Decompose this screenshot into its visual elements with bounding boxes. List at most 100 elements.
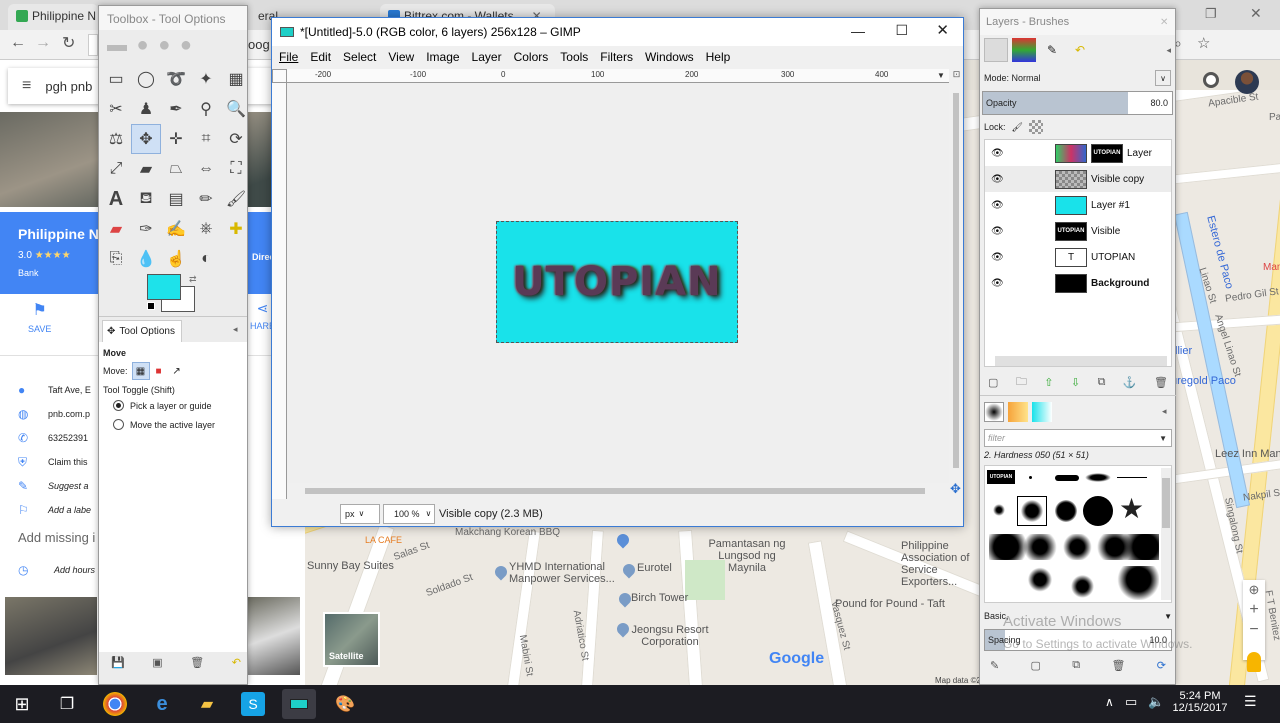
move-selection-icon[interactable]: ■ <box>150 362 168 380</box>
file-explorer-icon[interactable]: ▰ <box>195 692 219 716</box>
menu-icon[interactable]: ≡ <box>22 77 31 95</box>
new-brush-icon[interactable]: ▢ <box>1031 659 1041 672</box>
close-icon[interactable]: ✕ <box>936 21 949 39</box>
list-item[interactable]: ⛨ Claim this <box>18 450 91 474</box>
tab-undo[interactable]: ↶ <box>1068 38 1092 62</box>
layer-row[interactable]: 👁 UTOPIAN Layer <box>985 140 1171 166</box>
list-item[interactable]: ✎ Suggest a <box>18 474 91 498</box>
edge-taskbar-icon[interactable]: e <box>150 692 174 716</box>
tab-brushes[interactable] <box>984 402 1004 422</box>
skype-taskbar-icon[interactable]: S <box>241 692 265 716</box>
vertical-ruler[interactable] <box>272 83 287 499</box>
paths-tool[interactable]: ✒ <box>161 94 191 124</box>
close-icon[interactable]: ✕ <box>1160 17 1168 28</box>
task-view-icon[interactable]: ❐ <box>55 692 79 716</box>
dodge-burn-tool[interactable]: ◐ <box>191 244 221 274</box>
tab-tool-options[interactable]: ✥ Tool Options <box>102 320 182 342</box>
horizontal-scrollbar[interactable] <box>287 483 949 499</box>
menu-view[interactable]: View <box>388 50 414 64</box>
radio-pick-layer[interactable]: Pick a layer or guide <box>99 398 247 413</box>
radio-move-active-layer[interactable]: Move the active layer <box>99 413 247 436</box>
filter-input[interactable]: filter ▼ <box>984 429 1172 447</box>
tab-layers[interactable] <box>984 38 1008 62</box>
brush-row[interactable] <box>989 566 1159 600</box>
heal-tool[interactable]: ✚ <box>221 214 251 244</box>
brush-row[interactable] <box>989 534 1159 560</box>
free-select-tool[interactable]: ➰ <box>161 64 191 94</box>
eraser-tool[interactable]: ▰ <box>101 214 131 244</box>
quick-mask-corner[interactable] <box>272 69 287 83</box>
menu-windows[interactable]: Windows <box>645 50 694 64</box>
blend-tool[interactable]: ▤ <box>161 184 191 214</box>
perspective-clone-tool[interactable]: ⎘ <box>101 244 131 274</box>
tab-patterns[interactable] <box>1008 402 1028 422</box>
notifications-icon[interactable]: ☰ <box>1244 693 1257 710</box>
chrome-taskbar-icon[interactable] <box>103 692 127 716</box>
bucket-fill-tool[interactable]: ⛾ <box>131 184 161 214</box>
menu-file[interactable]: File <box>279 50 298 64</box>
restore-icon[interactable]: ❐ <box>1205 6 1217 22</box>
horizontal-ruler[interactable]: -200 -100 0 100 200 300 400 ▼ <box>287 69 949 83</box>
mode-select[interactable]: Mode: Normal ∨ <box>984 69 1171 87</box>
layer-row[interactable]: 👁 Background <box>985 270 1171 296</box>
smudge-tool[interactable]: ☝ <box>161 244 191 274</box>
menu-help[interactable]: Help <box>706 50 731 64</box>
color-picker-tool[interactable]: ⚲ <box>191 94 221 124</box>
list-item[interactable]: ◍ pnb.com.p <box>18 402 91 426</box>
eye-icon[interactable]: 👁 <box>991 200 1011 211</box>
perspective-tool[interactable]: ⏢ <box>161 154 191 184</box>
list-item[interactable]: ● Taft Ave, E <box>18 378 91 402</box>
foreground-color-swatch[interactable] <box>147 274 181 300</box>
add-missing-link[interactable]: Add missing i <box>18 530 95 545</box>
zoom-in-button[interactable]: ⊕ <box>1243 580 1265 600</box>
pencil-tool[interactable]: ✏ <box>191 184 221 214</box>
shear-tool[interactable]: ▰ <box>131 154 161 184</box>
new-group-icon[interactable]: 🗀 <box>1016 373 1027 392</box>
ellipse-select-tool[interactable]: ◯ <box>131 64 161 94</box>
star-icon[interactable]: ☆ <box>1197 34 1210 52</box>
reload-icon[interactable]: ↻ <box>62 33 75 53</box>
brush-item[interactable]: UTOPIAN <box>987 470 1015 484</box>
airbrush-tool[interactable]: ✑ <box>131 214 161 244</box>
delete-brush-icon[interactable]: 🗑 <box>1111 659 1125 672</box>
brush-item-selected[interactable] <box>1017 496 1047 526</box>
delete-options-icon[interactable]: 🗑 <box>190 656 204 669</box>
layers-scrollbar[interactable] <box>995 356 1167 366</box>
layer-row[interactable]: 👁 T UTOPIAN <box>985 244 1171 270</box>
zoom-select[interactable]: 100 % ∨ <box>383 503 435 524</box>
tab-paths[interactable]: ✎ <box>1040 38 1064 62</box>
eye-icon[interactable]: 👁 <box>991 148 1011 159</box>
clock[interactable]: 5:24 PM 12/15/2017 <box>1168 690 1232 714</box>
save-button[interactable]: ⚑ SAVE <box>28 300 51 334</box>
tab-menu-icon[interactable]: ◂ <box>1162 406 1167 417</box>
eye-icon[interactable]: 👁 <box>991 174 1011 185</box>
alpha-lock-icon[interactable] <box>1028 120 1043 134</box>
brush-item[interactable] <box>1083 496 1113 526</box>
canvas-viewport[interactable]: UTOPIAN <box>287 83 949 499</box>
edit-brush-icon[interactable]: ✎ <box>990 659 999 672</box>
back-icon[interactable]: ← <box>10 34 26 52</box>
measure-tool[interactable]: ⚖ <box>101 124 131 154</box>
brush-item[interactable] <box>1029 476 1032 479</box>
address-bar[interactable] <box>88 34 98 56</box>
layer-row[interactable]: 👁 UTOPIAN Visible <box>985 218 1171 244</box>
move-layer-icon[interactable]: ▦ <box>131 362 150 380</box>
map-pin-icon[interactable] <box>614 531 632 549</box>
list-item[interactable]: ✆ 63252391 <box>18 426 91 450</box>
brush-item[interactable] <box>1055 500 1077 522</box>
default-colors-icon[interactable] <box>147 302 155 310</box>
star-brush-icon[interactable]: ★ <box>1119 494 1144 524</box>
brush-item[interactable] <box>1055 475 1079 481</box>
rect-select-tool[interactable]: ▭ <box>101 64 131 94</box>
minimize-icon[interactable]: — <box>851 23 865 39</box>
layer-row[interactable]: 👁 Visible copy <box>985 166 1171 192</box>
pegman-icon[interactable] <box>1247 652 1261 672</box>
scale-tool[interactable]: ⤢ <box>101 154 131 184</box>
tab-menu-icon[interactable]: ◂ <box>233 324 238 335</box>
duplicate-layer-icon[interactable]: ⧉ <box>1098 376 1106 389</box>
tab-menu-icon[interactable]: ◂ <box>1166 45 1171 56</box>
unit-select[interactable]: px ∨ <box>340 503 380 524</box>
windows-start-icon[interactable]: ⊞ <box>10 692 34 716</box>
list-item[interactable]: ⚐ Add a labe <box>18 498 91 522</box>
photo-thumbnail[interactable] <box>5 597 97 675</box>
